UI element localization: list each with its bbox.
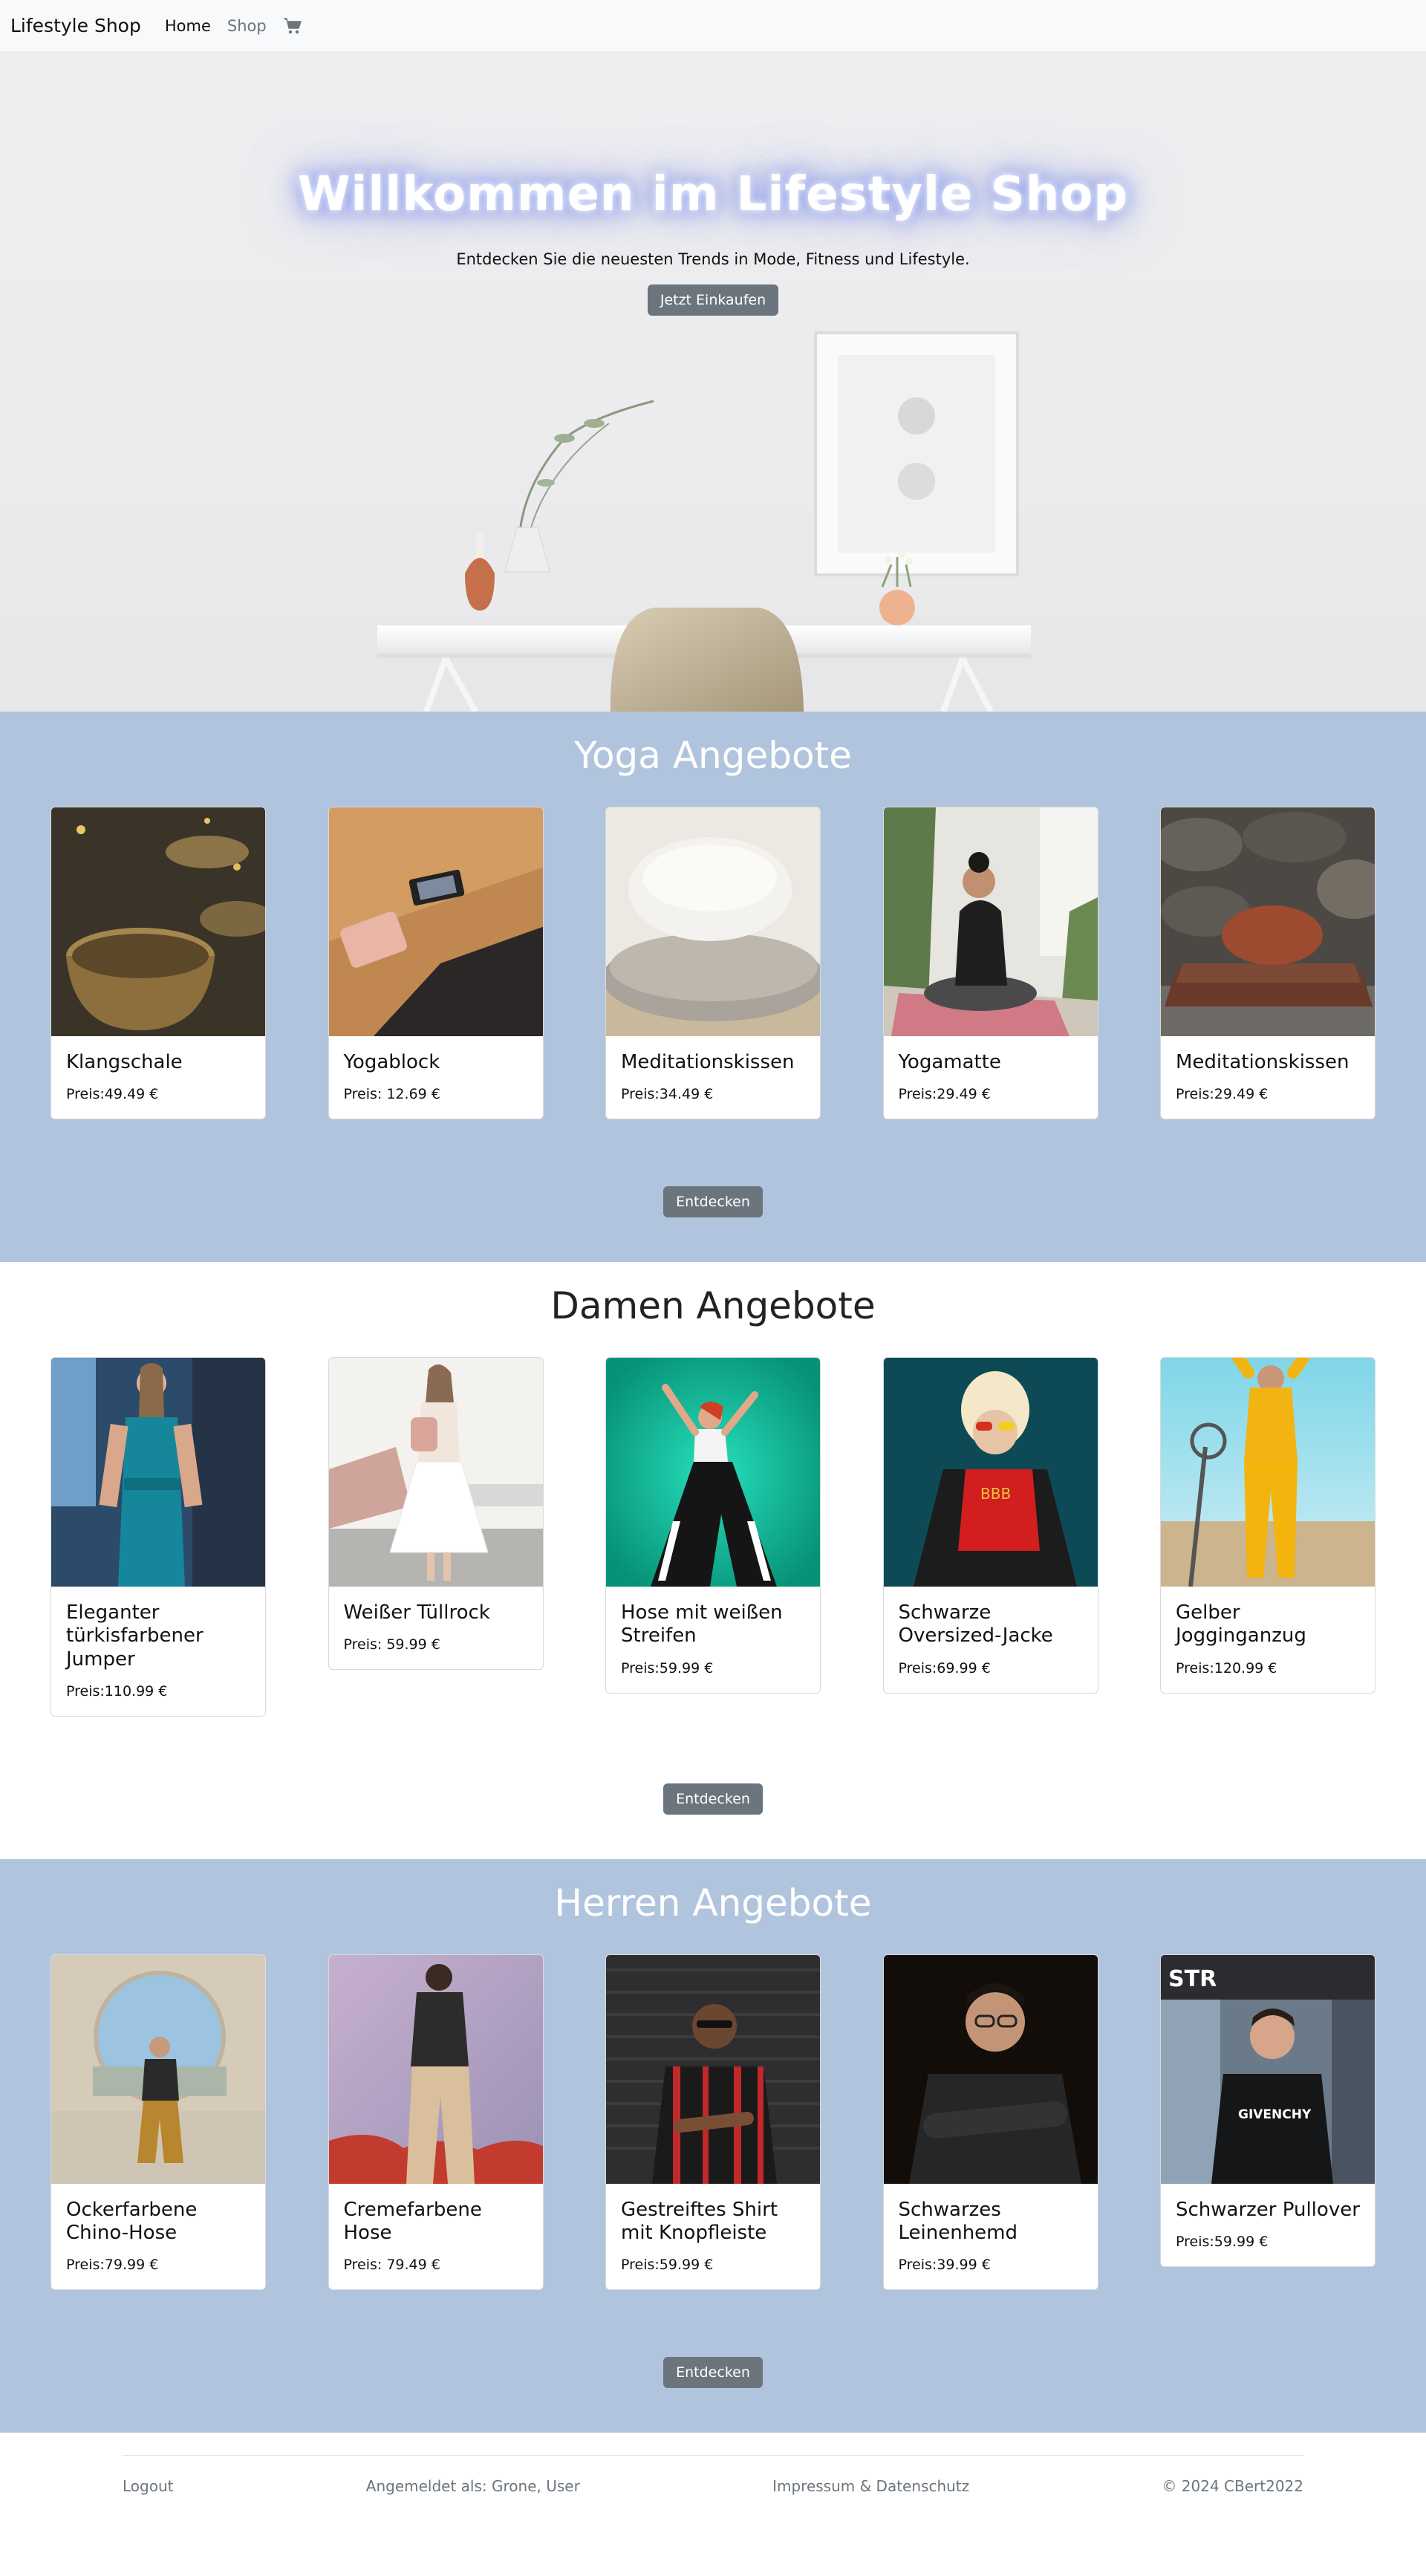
product-list: Eleganter türkisfarbener Jumper Preis:11…: [0, 1357, 1426, 1717]
svg-text:GIVENCHY: GIVENCHY: [1238, 2107, 1312, 2122]
product-image[interactable]: BBB: [883, 1358, 1098, 1587]
product-name: Yogamatte: [898, 1051, 1001, 1073]
product-price: Preis:29.49 €: [898, 1086, 991, 1103]
product-price: Preis:49.49 €: [66, 1086, 159, 1103]
imprint-link[interactable]: Impressum & Datenschutz: [772, 2477, 969, 2495]
product-name: Yogablock: [343, 1051, 440, 1073]
discover-men-button[interactable]: Entdecken: [663, 2357, 763, 2389]
product-price: Preis:39.99 €: [898, 2257, 991, 2274]
hero-title: Willkommen im Lifestyle Shop: [297, 167, 1129, 222]
product-image[interactable]: [51, 1358, 266, 1587]
product-price: Preis:59.99 €: [621, 2257, 714, 2274]
product-list: Klangschale Preis:49.49 € Yogablock Prei…: [0, 807, 1426, 1120]
product-image[interactable]: [1161, 807, 1375, 1036]
product-name: Meditationskissen: [1176, 1051, 1350, 1073]
product-card[interactable]: Meditationskissen Preis:34.49 €: [605, 807, 821, 1120]
product-image[interactable]: [606, 1358, 821, 1587]
hero-content: Willkommen im Lifestyle Shop Entdecken S…: [0, 167, 1426, 316]
product-image[interactable]: [328, 1358, 544, 1587]
product-price: Preis:59.99 €: [1176, 2233, 1269, 2250]
logged-in-user: Angemeldet als: Grone, User: [365, 2477, 580, 2496]
section-title: Damen Angebote: [550, 1284, 876, 1328]
product-price: Preis:69.99 €: [898, 1659, 991, 1676]
product-card[interactable]: Schwarzes Leinenhemd Preis:39.99 €: [882, 1954, 1098, 2291]
product-card[interactable]: Hose mit weißen Streifen Preis:59.99 €: [605, 1357, 821, 1694]
product-card[interactable]: Eleganter türkisfarbener Jumper Preis:11…: [51, 1357, 266, 1717]
product-price: Preis:59.99 €: [621, 1659, 714, 1676]
product-card[interactable]: Gestreiftes Shirt mit Knopfleiste Preis:…: [605, 1954, 821, 2291]
product-card[interactable]: Cremefarbene Hose Preis: 79.49 €: [328, 1954, 544, 2291]
product-list: Ockerfarbene Chino-Hose Preis:79.99 € Cr…: [0, 1954, 1426, 2291]
product-card[interactable]: BBB Schwarze Oversized-Jacke Preis:69.99…: [882, 1357, 1098, 1694]
product-card[interactable]: Meditationskissen Preis:29.49 €: [1160, 807, 1375, 1120]
product-image[interactable]: [328, 1954, 544, 2184]
discover-yoga-button[interactable]: Entdecken: [663, 1186, 763, 1218]
product-name: Gelber Jogginganzug: [1176, 1601, 1306, 1648]
product-image[interactable]: [606, 807, 821, 1036]
product-name: Schwarze Oversized-Jacke: [898, 1601, 1053, 1648]
product-image[interactable]: [51, 807, 266, 1036]
product-card[interactable]: Yogamatte Preis:29.49 €: [882, 807, 1098, 1120]
women-section: Damen Angebote Eleganter türkisfarbener …: [0, 1262, 1426, 1859]
footer: Logout Angemeldet als: Grone, User Impre…: [0, 2433, 1426, 2517]
product-price: Preis:110.99 €: [66, 1682, 168, 1700]
product-name: Cremefarbene Hose: [343, 2198, 482, 2244]
logout-link[interactable]: Logout: [123, 2477, 173, 2495]
hero-background-image: [0, 331, 1426, 712]
product-image[interactable]: [883, 807, 1098, 1036]
product-price: Preis:34.49 €: [621, 1086, 714, 1103]
product-name: Hose mit weißen Streifen: [621, 1601, 783, 1648]
product-image[interactable]: [328, 807, 544, 1036]
product-name: Ockerfarbene Chino-Hose: [66, 2198, 198, 2244]
product-name: Schwarzer Pullover: [1176, 2198, 1360, 2221]
copyright: © 2024 CBert2022: [1162, 2477, 1303, 2496]
product-card[interactable]: STR GIVENCHY Schwarzer Pullover Preis:59…: [1160, 1954, 1375, 2267]
product-price: Preis: 12.69 €: [343, 1086, 440, 1103]
yoga-section: Yoga Angebote Klangschale Preis:49.49 €: [0, 712, 1426, 1263]
product-name: Eleganter türkisfarbener Jumper: [66, 1601, 204, 1671]
shop-now-button[interactable]: Jetzt Einkaufen: [647, 284, 779, 316]
product-name: Weißer Tüllrock: [343, 1601, 490, 1624]
brand-link[interactable]: Lifestyle Shop: [10, 15, 141, 36]
product-card[interactable]: Gelber Jogginganzug Preis:120.99 €: [1160, 1357, 1375, 1694]
product-price: Preis: 79.49 €: [343, 2257, 440, 2274]
product-image[interactable]: [606, 1954, 821, 2184]
product-card[interactable]: Ockerfarbene Chino-Hose Preis:79.99 €: [51, 1954, 266, 2291]
product-price: Preis:120.99 €: [1176, 1659, 1277, 1676]
product-name: Klangschale: [66, 1051, 183, 1073]
section-title: Yoga Angebote: [574, 734, 852, 777]
section-title: Herren Angebote: [554, 1881, 872, 1925]
navbar: Lifestyle Shop Home Shop: [0, 0, 1426, 52]
product-name: Meditationskissen: [621, 1051, 795, 1073]
shopping-cart-icon[interactable]: [283, 17, 302, 35]
product-image[interactable]: [883, 1954, 1098, 2184]
product-name: Schwarzes Leinenhemd: [898, 2198, 1018, 2244]
product-card[interactable]: Klangschale Preis:49.49 €: [51, 807, 266, 1120]
footer-row: Logout Angemeldet als: Grone, User Impre…: [123, 2477, 1303, 2495]
product-card[interactable]: Yogablock Preis: 12.69 €: [328, 807, 544, 1120]
product-price: Preis:79.99 €: [66, 2257, 159, 2274]
hero-subtitle: Entdecken Sie die neuesten Trends in Mod…: [456, 250, 970, 268]
men-section: Herren Angebote Ockerfarbene Chino-Hose …: [0, 1858, 1426, 2433]
discover-women-button[interactable]: Entdecken: [663, 1783, 763, 1815]
svg-text:STR: STR: [1168, 1966, 1217, 1992]
product-image[interactable]: STR GIVENCHY: [1161, 1954, 1375, 2184]
svg-text:BBB: BBB: [980, 1485, 1011, 1503]
product-image[interactable]: [1161, 1358, 1375, 1587]
product-price: Preis:29.49 €: [1176, 1086, 1269, 1103]
footer-divider: [123, 2455, 1303, 2456]
product-image[interactable]: [51, 1954, 266, 2184]
product-card[interactable]: Weißer Tüllrock Preis: 59.99 €: [328, 1357, 544, 1671]
product-price: Preis: 59.99 €: [343, 1636, 440, 1653]
hero-banner: Willkommen im Lifestyle Shop Entdecken S…: [0, 52, 1426, 712]
nav-link-shop[interactable]: Shop: [227, 17, 267, 35]
nav-link-home[interactable]: Home: [165, 17, 211, 35]
product-name: Gestreiftes Shirt mit Knopfleiste: [621, 2198, 778, 2244]
